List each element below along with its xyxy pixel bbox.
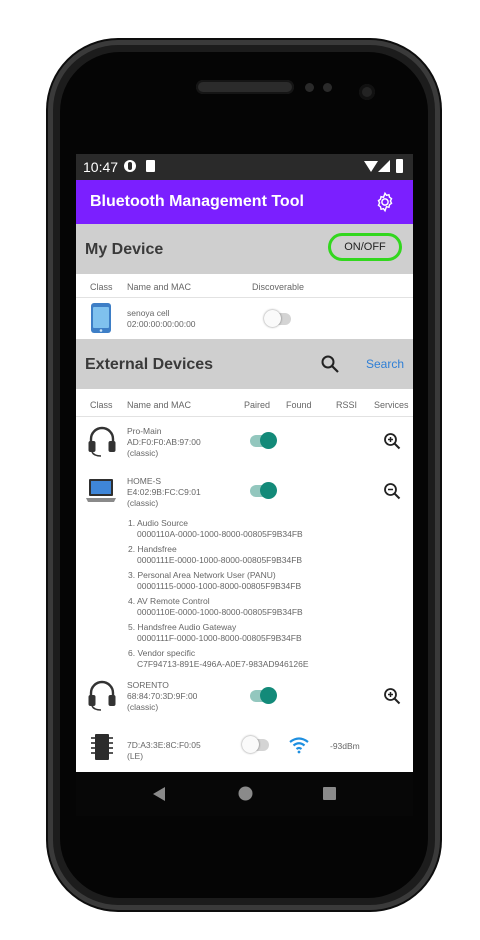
- headset-icon: [88, 426, 116, 457]
- status-bar: 10:47: [76, 154, 413, 180]
- phone-icon: [91, 303, 111, 333]
- service-uuid: 0000110E-0000-1000-8000-00805F9B34FB: [137, 606, 303, 617]
- device-type: (LE): [127, 751, 144, 761]
- wifi-icon: [289, 737, 309, 754]
- paired-toggle[interactable]: [242, 736, 269, 753]
- discoverable-toggle[interactable]: [264, 310, 291, 327]
- device-mac: 02:00:00:00:00:00: [127, 319, 196, 329]
- search-icon[interactable]: [320, 354, 340, 374]
- device-name: senoya cell: [127, 308, 170, 318]
- service-uuid: 00001115-0000-1000-8000-00805F9B34FB: [137, 580, 302, 591]
- zoom-in-icon[interactable]: [383, 432, 401, 450]
- recents-icon[interactable]: [322, 786, 337, 801]
- column-paired: Paired: [244, 400, 271, 410]
- service-label: 3. Personal Area Network User (PANU): [128, 570, 276, 580]
- paired-toggle[interactable]: [250, 687, 277, 704]
- zoom-out-icon[interactable]: [383, 482, 401, 500]
- sd-card-icon: [146, 160, 155, 172]
- chip-icon: [91, 734, 113, 760]
- front-camera: [359, 84, 375, 100]
- column-name-mac: Name and MAC: [127, 400, 192, 410]
- external-devices-header: External Devices Search: [76, 339, 413, 389]
- service-label: 5. Handsfree Audio Gateway: [128, 622, 237, 632]
- paired-toggle[interactable]: [250, 432, 277, 449]
- bluetooth-onoff-button[interactable]: ON/OFF: [328, 233, 402, 261]
- service-uuid: C7F94713-891E-496A-A0E7-983AD946126E: [137, 658, 309, 669]
- sensor-dot: [305, 83, 314, 92]
- service-item: 6. Vendor specific C7F94713-891E-496A-A0…: [128, 648, 309, 669]
- external-devices-title: External Devices: [85, 356, 214, 373]
- column-class: Class: [90, 400, 113, 410]
- earpiece-speaker: [196, 80, 294, 94]
- device-type: (classic): [127, 498, 159, 508]
- device-type: (classic): [127, 448, 159, 458]
- home-icon[interactable]: [238, 786, 253, 801]
- rssi-value: -93dBm: [330, 741, 360, 751]
- device-type: (classic): [127, 702, 159, 712]
- sensor-dot: [323, 83, 332, 92]
- service-label: 6. Vendor specific: [128, 648, 196, 658]
- app-title: Bluetooth Management Tool: [90, 193, 304, 210]
- column-rssi: RSSI: [336, 400, 358, 410]
- device-mac: 68:84:70:3D:9F:00: [127, 691, 198, 701]
- service-uuid: 0000110A-0000-1000-8000-00805F9B34FB: [137, 528, 303, 539]
- app-bar: Bluetooth Management Tool: [76, 180, 413, 224]
- divider: [76, 297, 413, 298]
- paired-toggle[interactable]: [250, 482, 277, 499]
- battery-icon: [396, 159, 403, 173]
- my-device-title: My Device: [85, 241, 164, 258]
- notification-p-icon: [124, 160, 136, 172]
- navigation-bar: [76, 772, 413, 816]
- service-label: 4. AV Remote Control: [128, 596, 210, 606]
- headset-icon: [88, 680, 116, 711]
- screen: 10:47 Bluetooth Management Tool My Devic…: [76, 154, 413, 772]
- column-discoverable: Discoverable: [252, 282, 305, 292]
- column-class: Class: [90, 282, 113, 292]
- divider: [76, 416, 413, 417]
- signal-icon: [378, 160, 390, 172]
- device-mac: AD:F0:F0:AB:97:00: [127, 437, 201, 447]
- service-item: 2. Handsfree 0000111E-0000-1000-8000-008…: [128, 544, 302, 565]
- zoom-in-icon[interactable]: [383, 687, 401, 705]
- service-item: 5. Handsfree Audio Gateway 0000111F-0000…: [128, 622, 302, 643]
- column-services: Services: [374, 400, 409, 410]
- service-uuid: 0000111F-0000-1000-8000-00805F9B34FB: [137, 632, 302, 643]
- search-button[interactable]: Search: [366, 357, 404, 371]
- device-name: SORENTO: [127, 680, 169, 690]
- status-time: 10:47: [83, 159, 119, 175]
- column-found: Found: [286, 400, 312, 410]
- service-item: 3. Personal Area Network User (PANU) 000…: [128, 570, 301, 591]
- back-icon[interactable]: [152, 786, 166, 802]
- gear-icon[interactable]: [374, 191, 396, 213]
- service-item: 1. Audio Source 0000110A-0000-1000-8000-…: [128, 518, 303, 539]
- device-mac: E4:02:9B:FC:C9:01: [127, 487, 201, 497]
- device-name: HOME-S: [127, 476, 161, 486]
- my-device-header: My Device ON/OFF: [76, 224, 413, 274]
- wifi-status-icon: [364, 161, 378, 172]
- laptop-icon: [86, 479, 116, 502]
- column-name-mac: Name and MAC: [127, 282, 192, 292]
- device-mac: 7D:A3:3E:8C:F0:05: [127, 740, 201, 750]
- service-label: 1. Audio Source: [128, 518, 189, 528]
- service-uuid: 0000111E-0000-1000-8000-00805F9B34FB: [137, 554, 303, 565]
- device-name: Pro-Main: [127, 426, 162, 436]
- service-label: 2. Handsfree: [128, 544, 177, 554]
- service-item: 4. AV Remote Control 0000110E-0000-1000-…: [128, 596, 303, 617]
